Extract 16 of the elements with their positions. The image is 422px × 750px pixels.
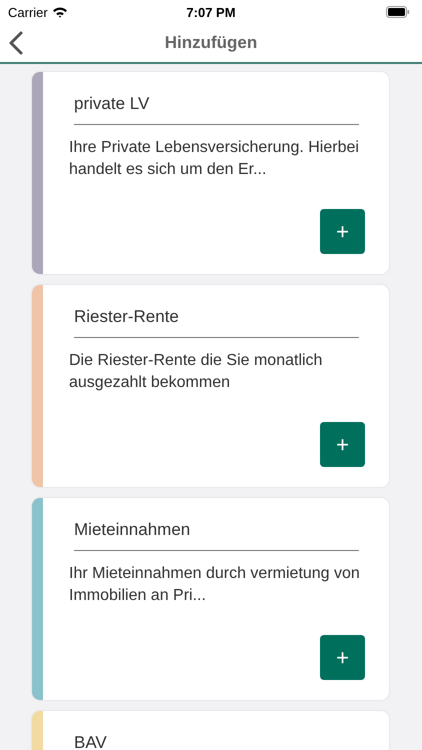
battery-icon xyxy=(386,6,410,18)
add-button[interactable]: + xyxy=(320,422,365,467)
carrier-label: Carrier xyxy=(8,4,48,20)
add-button[interactable]: + xyxy=(320,209,365,254)
card-title: BAV xyxy=(74,733,359,750)
page-title: Hinzufügen xyxy=(164,33,258,53)
add-button[interactable]: + xyxy=(320,635,365,680)
card-description: Ihr Mieteinnahmen durch vermietung von Immobilien an Pri... xyxy=(69,564,361,606)
status-time: 7:07 PM xyxy=(186,4,236,20)
back-icon[interactable] xyxy=(9,31,23,55)
card-description: Ihre Private Lebensversicherung. Hierbei handelt es sich um den Er... xyxy=(69,138,360,180)
wifi-icon xyxy=(52,6,68,18)
card-description: Die Riester-Rente die Sie monatlich ausgezahlt bekommen xyxy=(69,351,324,393)
card-title: private LV xyxy=(74,94,359,125)
card-title: Mieteinnahmen xyxy=(74,520,359,551)
card-title: Riester-Rente xyxy=(74,307,359,338)
